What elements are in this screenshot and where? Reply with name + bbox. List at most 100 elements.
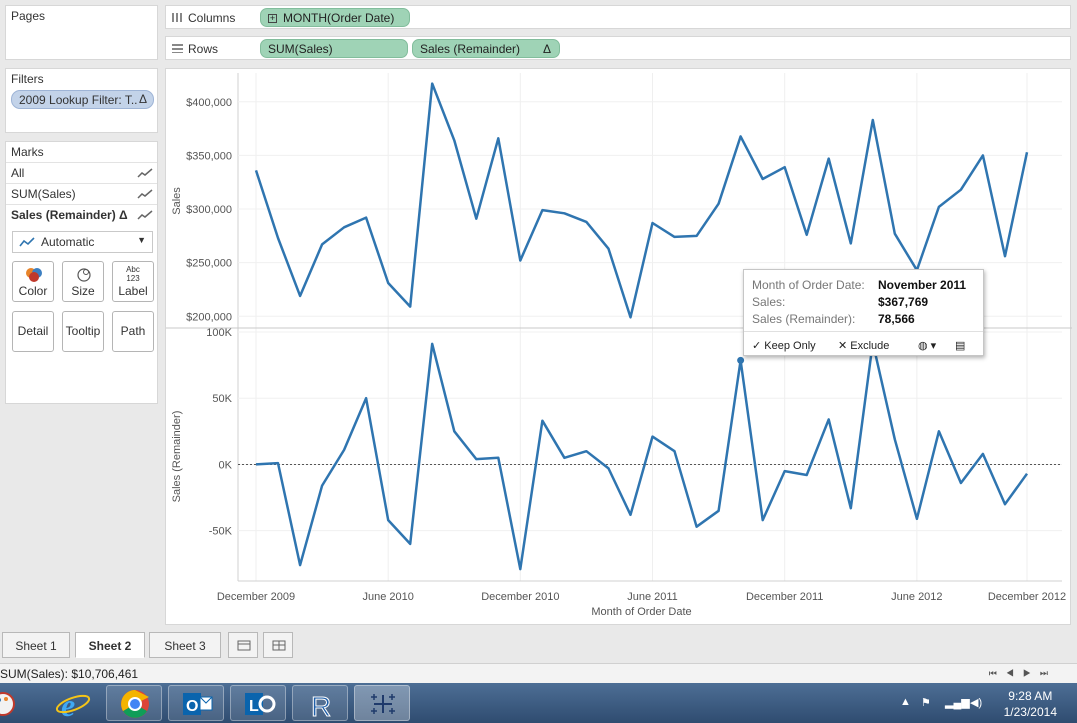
marks-row-label: Sales (Remainder) Δ [11, 208, 128, 222]
taskbar-clock[interactable]: 9:28 AM 1/23/2014 [1004, 688, 1057, 720]
tab-sheet-3[interactable]: Sheet 3 [149, 632, 221, 658]
new-dashboard-button[interactable] [263, 632, 293, 658]
chrome-icon [121, 690, 149, 718]
y-tick-label: -50K [209, 526, 233, 538]
svg-text:R: R [311, 691, 331, 722]
marks-row-sum-sales[interactable]: SUM(Sales) [6, 183, 157, 204]
tab-label: Sheet 1 [15, 639, 57, 653]
pill-label: Sales (Remainder) [420, 42, 521, 56]
y-tick-label: 50K [212, 393, 232, 405]
internet-explorer-icon: e [55, 687, 91, 723]
columns-icon [172, 13, 182, 22]
tooltip-sales-label: Sales: [752, 295, 786, 309]
sales-remainder-pill[interactable]: Sales (Remainder) Δ [412, 39, 560, 58]
new-worksheet-button[interactable] [228, 632, 258, 658]
marks-row-label: All [11, 166, 25, 180]
mark-type-label: Automatic [41, 235, 95, 249]
tab-label: Sheet 3 [164, 639, 206, 653]
chevron-down-icon: ▼ [137, 235, 146, 245]
taskbar-app-chrome[interactable] [106, 685, 162, 721]
x-tick-label: June 2011 [627, 591, 678, 603]
view-data-button[interactable]: ▤ [955, 339, 965, 352]
filters-panel: Filters 2009 Lookup Filter: T.. Δ [5, 68, 158, 133]
show-hidden-icons[interactable]: ▲ [900, 696, 911, 708]
line-mark-icon [137, 210, 153, 220]
marks-row-label: SUM(Sales) [11, 187, 76, 201]
x-tick-label: June 2012 [891, 591, 942, 603]
size-button-label: Size [71, 284, 95, 298]
pages-panel: Pages [5, 5, 158, 60]
tooltip-button[interactable]: Tooltip [62, 311, 104, 352]
group-members-button[interactable]: ◍ ▾ [918, 339, 936, 352]
y-tick-label: $200,000 [186, 311, 232, 323]
y-tick-label: $350,000 [186, 150, 232, 162]
abc-123-icon: Abc 123 [126, 265, 140, 283]
expand-plus-icon[interactable]: + [268, 14, 277, 23]
detail-button[interactable]: Detail [12, 311, 54, 352]
color-button[interactable]: Color [12, 261, 54, 302]
taskbar-app-paint[interactable] [0, 685, 26, 721]
x-tick-label: December 2010 [481, 591, 559, 603]
tab-sheet-2[interactable]: Sheet 2 [75, 632, 145, 658]
tab-sheet-1[interactable]: Sheet 1 [2, 632, 70, 658]
marks-row-all[interactable]: All [6, 162, 157, 183]
tooltip: Month of Order Date: November 2011 Sales… [743, 269, 984, 356]
taskbar-app-outlook[interactable]: O [168, 685, 224, 721]
tooltip-remainder-value: 78,566 [878, 312, 915, 326]
filter-pill-label: 2009 Lookup Filter: T.. [19, 93, 138, 107]
sheet-tab-bar: Sheet 1 Sheet 2 Sheet 3 [0, 629, 1077, 663]
month-order-date-pill[interactable]: + MONTH(Order Date) [260, 8, 410, 27]
y-tick-label: $400,000 [186, 97, 232, 109]
columns-shelf: Columns + MONTH(Order Date) [165, 5, 1071, 29]
tooltip-month-label: Month of Order Date: [752, 278, 865, 292]
tableau-icon [371, 694, 395, 714]
sum-sales-pill[interactable]: SUM(Sales) [260, 39, 408, 58]
windows-taskbar: e O L R ▲ ⚑ ▂▄▆ ◀) 9:28 AM 1/23/2014 [0, 683, 1077, 723]
view-data-icon: ▤ [955, 340, 966, 352]
x-axis-title: Month of Order Date [591, 606, 691, 618]
exclude-button[interactable]: ✕ Exclude [838, 339, 889, 352]
taskbar-app-tableau[interactable] [354, 685, 410, 721]
keep-only-label: Keep Only [764, 340, 816, 352]
y-tick-label: $300,000 [186, 204, 232, 216]
size-button[interactable]: Size [62, 261, 104, 302]
taskbar-app-lync[interactable]: L [230, 685, 286, 721]
delta-icon: Δ [138, 92, 147, 106]
network-icon[interactable]: ▂▄▆ [945, 696, 970, 709]
path-button[interactable]: Path [112, 311, 154, 352]
sheet-nav-buttons[interactable]: ⏮◀▶⏭ [989, 668, 1057, 679]
taskbar-app-r[interactable]: R [292, 685, 348, 723]
delta-icon: Δ [542, 42, 551, 56]
x-tick-label: December 2012 [988, 591, 1066, 603]
label-button[interactable]: Abc 123 Label [112, 261, 154, 302]
taskbar-app-ie[interactable]: e [44, 685, 100, 723]
marks-row-sales-remainder[interactable]: Sales (Remainder) Δ [6, 204, 157, 225]
tooltip-month-value: November 2011 [878, 278, 967, 292]
y-tick-label: $250,000 [186, 258, 232, 270]
line-mark-icon [19, 237, 35, 247]
mark-type-dropdown[interactable]: Automatic ▼ [12, 231, 153, 253]
label-button-label: Label [118, 284, 148, 298]
marks-title: Marks [11, 145, 44, 159]
filters-title: Filters [11, 72, 44, 86]
path-button-label: Path [120, 324, 146, 338]
outlook-icon: O [183, 693, 213, 715]
close-icon: ✕ [838, 340, 848, 352]
size-icon [77, 268, 91, 282]
volume-icon[interactable]: ◀) [970, 696, 982, 709]
color-button-label: Color [18, 284, 48, 298]
keep-only-button[interactable]: ✓ Keep Only [752, 339, 816, 352]
pill-label: SUM(Sales) [268, 42, 333, 56]
rows-icon [172, 44, 183, 53]
line-mark-icon [137, 168, 153, 178]
status-bar: SUM(Sales): $10,706,461 ⏮◀▶⏭ [0, 663, 1077, 683]
paperclip-icon: ◍ ▾ [918, 340, 937, 352]
action-center-icon[interactable]: ⚑ [921, 696, 931, 709]
x-tick-label: June 2010 [362, 591, 413, 603]
x-tick-label: December 2011 [746, 591, 823, 603]
filter-pill[interactable]: 2009 Lookup Filter: T.. Δ [11, 90, 154, 109]
rows-shelf: Rows SUM(Sales) Sales (Remainder) Δ [165, 36, 1071, 60]
svg-text:e: e [61, 687, 75, 722]
y-tick-label: 0K [219, 459, 233, 471]
clock-date: 1/23/2014 [1003, 705, 1057, 719]
